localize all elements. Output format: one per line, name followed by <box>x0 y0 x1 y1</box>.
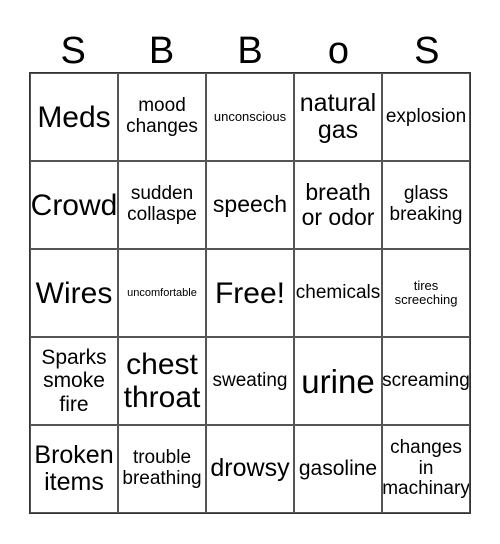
bingo-cell[interactable]: tires screeching <box>382 249 470 337</box>
bingo-cell[interactable]: screaming <box>382 337 470 425</box>
bingo-cell[interactable]: uncomfortable <box>118 249 206 337</box>
bingo-cell[interactable]: explosion <box>382 73 470 161</box>
bingo-cell[interactable]: Sparks smoke fire <box>30 337 118 425</box>
bingo-cell[interactable]: urine <box>294 337 382 425</box>
bingo-cell[interactable]: gasoline <box>294 425 382 513</box>
bingo-cell[interactable]: Broken items <box>30 425 118 513</box>
bingo-cell[interactable]: sudden collaspe <box>118 161 206 249</box>
bingo-cell[interactable]: trouble breathing <box>118 425 206 513</box>
header-letter: S <box>414 30 440 72</box>
bingo-cell[interactable]: speech <box>206 161 294 249</box>
bingo-cell[interactable]: drowsy <box>206 425 294 513</box>
bingo-cell[interactable]: Crowd <box>30 161 118 249</box>
bingo-cell[interactable]: chest throat <box>118 337 206 425</box>
bingo-cell[interactable]: chemicals <box>294 249 382 337</box>
bingo-cell[interactable]: glass breaking <box>382 161 470 249</box>
header-letter: B <box>237 30 263 72</box>
bingo-cell[interactable]: Wires <box>30 249 118 337</box>
bingo-cell[interactable]: Meds <box>30 73 118 161</box>
bingo-cell[interactable]: sweating <box>206 337 294 425</box>
bingo-cell[interactable]: breath or odor <box>294 161 382 249</box>
bingo-cell[interactable]: unconscious <box>206 73 294 161</box>
bingo-cell[interactable]: changes in machinary <box>382 425 470 513</box>
header-letter: S <box>60 30 86 72</box>
bingo-cell[interactable]: mood changes <box>118 73 206 161</box>
header-letter: o <box>327 30 349 72</box>
bingo-cell[interactable]: natural gas <box>294 73 382 161</box>
bingo-header: S B B o S <box>29 29 471 73</box>
header-letter: B <box>148 30 175 72</box>
bingo-card: Meds mood changes unconscious natural ga… <box>29 72 471 514</box>
free-space[interactable]: Free! <box>206 249 294 337</box>
